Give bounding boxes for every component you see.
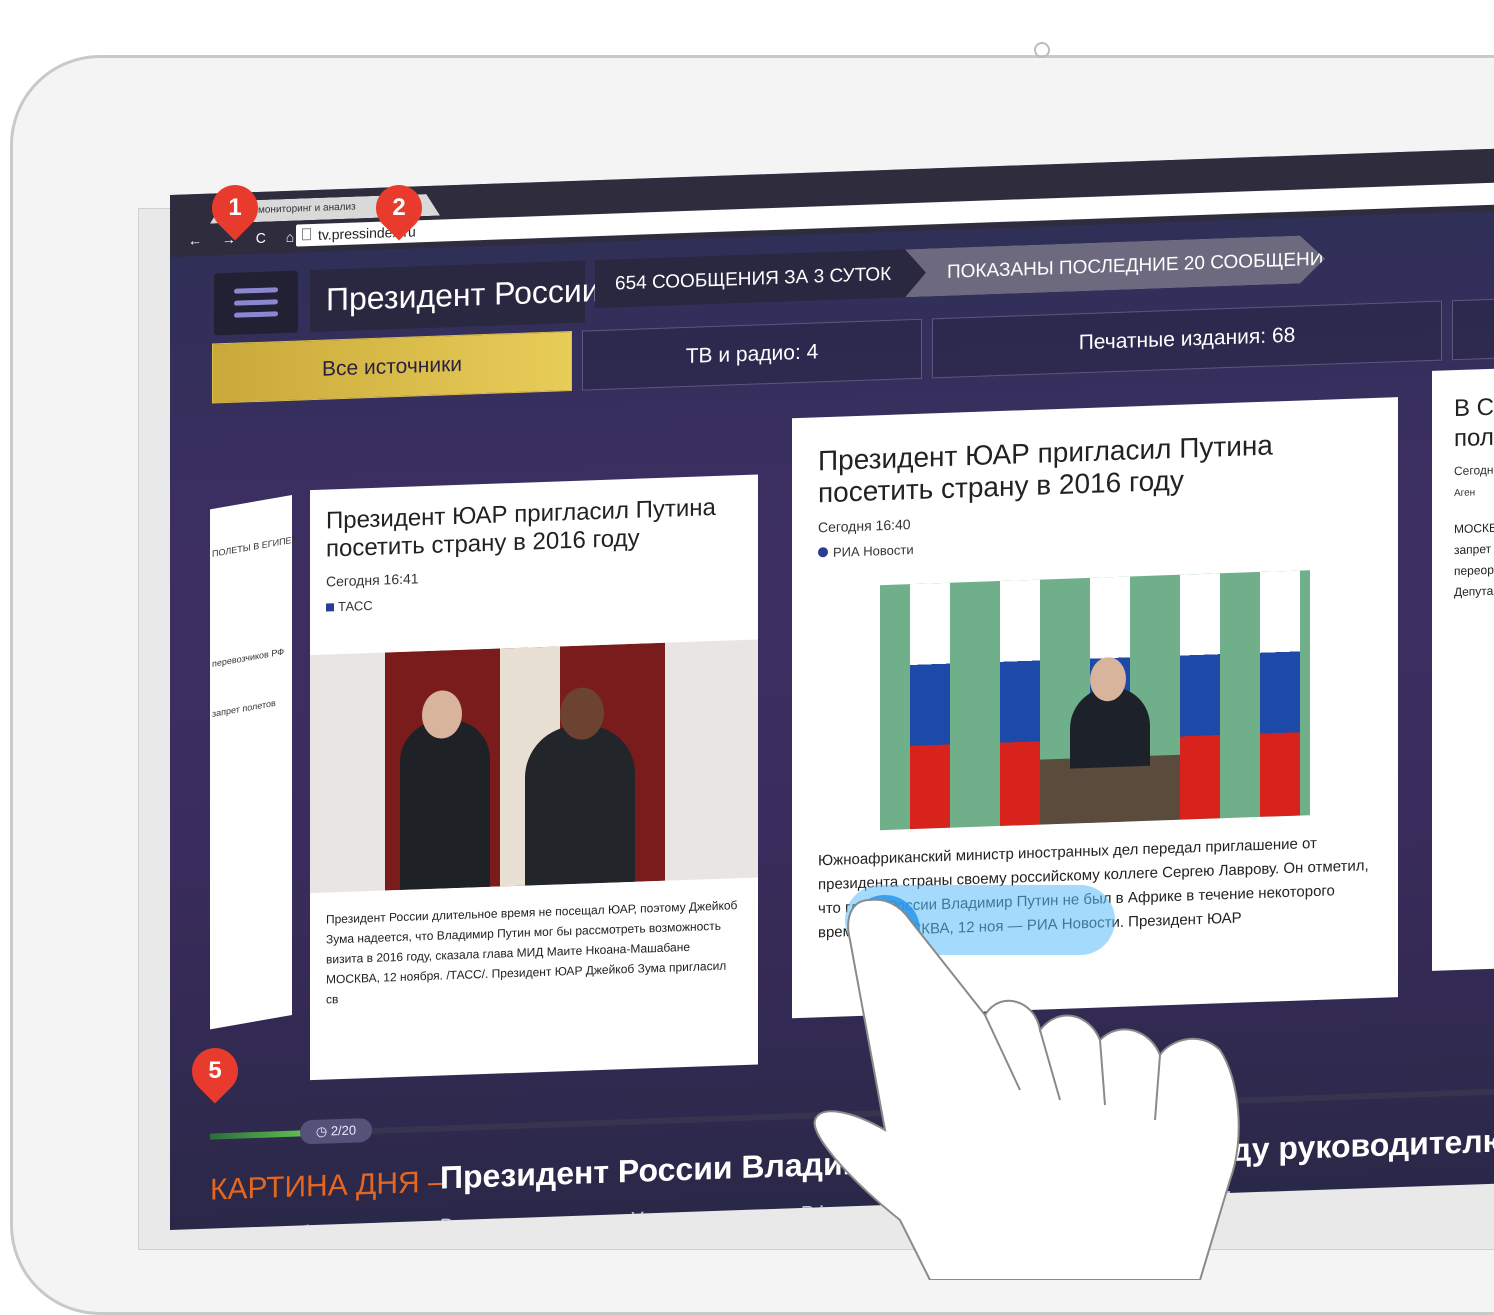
topic-title-text: Президент России xyxy=(326,272,600,319)
shown-badge-text: ПОКАЗАНЫ ПОСЛЕДНИЕ 20 СООБЩЕНИЙ xyxy=(947,248,1337,284)
tab-more[interactable] xyxy=(1452,297,1494,360)
topic-title[interactable]: Президент России xyxy=(310,261,585,333)
marker-number: 1 xyxy=(212,185,258,231)
hand-icon xyxy=(760,880,1260,1280)
hamburger-icon xyxy=(234,299,278,306)
url-bar[interactable]: tv.pressindex.ru xyxy=(296,183,1494,247)
pager-icon: ◷ xyxy=(316,1123,331,1139)
callout-marker-2: 2 xyxy=(366,175,431,240)
callout-marker-1: 1 xyxy=(202,175,267,240)
card-date: Сегодня 16:41 xyxy=(326,559,736,589)
message-count-text: 654 СООБЩЕНИЯ ЗА 3 СУТОК xyxy=(615,264,891,296)
pager-badge: ◷ 2/20 xyxy=(300,1118,372,1145)
card-title: Президент ЮАР пригласил Путина посетить … xyxy=(818,426,1378,510)
tass-icon xyxy=(326,603,334,611)
card-source-name: РИА Новости xyxy=(833,542,914,560)
menu-button[interactable] xyxy=(214,271,298,336)
day-picture-label: КАРТИНА ДНЯ – xyxy=(210,1165,445,1207)
tab-tv-radio[interactable]: ТВ и радио: 4 xyxy=(582,319,922,391)
card-source: Аген xyxy=(1454,485,1494,499)
card-source-name: ТАСС xyxy=(338,598,373,614)
hamburger-icon xyxy=(234,311,278,318)
news-card-right[interactable]: В Со поле Сегодн Аген МОСКВ запрет Федер… xyxy=(1432,367,1494,970)
card-body: Президент России длительное время не пос… xyxy=(326,895,741,1009)
card-photo xyxy=(310,639,758,893)
message-count: 654 СООБЩЕНИЯ ЗА 3 СУТОК xyxy=(595,249,925,309)
marker-number: 5 xyxy=(192,1048,238,1094)
hamburger-icon xyxy=(234,287,278,294)
tab-all-sources[interactable]: Все источники xyxy=(212,331,572,404)
page-icon xyxy=(302,228,311,240)
card-title: Президент ЮАР пригласил Путина посетить … xyxy=(326,493,736,563)
card-source: ТАСС xyxy=(326,585,736,614)
card-body: МОСКВ запрет Федер переор Депута xyxy=(1454,516,1494,603)
card-title: В Со поле xyxy=(1454,391,1494,454)
progress-fill xyxy=(210,1130,301,1139)
tablet-camera xyxy=(1034,42,1050,58)
news-card-left[interactable]: Президент ЮАР пригласил Путина посетить … xyxy=(310,474,758,1080)
tab-print[interactable]: Печатные издания: 68 xyxy=(932,301,1442,379)
browser-nav-icons[interactable]: ← → C ⌂ xyxy=(188,228,302,248)
card-far-left-text: запрет полетов xyxy=(212,698,276,719)
card-photo xyxy=(880,570,1310,830)
card-date: Сегодн xyxy=(1454,461,1494,478)
marker-number: 2 xyxy=(376,185,422,231)
pager-text: 2/20 xyxy=(331,1122,356,1138)
ria-icon xyxy=(818,547,828,557)
callout-marker-5: 5 xyxy=(182,1038,247,1103)
card-far-left[interactable]: ПОЛЕТЫ В ЕГИПЕТ перевозчиков РФ запрет п… xyxy=(210,495,292,1029)
shown-badge: ПОКАЗАНЫ ПОСЛЕДНИЕ 20 СООБЩЕНИЙ xyxy=(905,235,1325,298)
card-far-left-text: перевозчиков РФ xyxy=(212,646,284,669)
card-far-left-text: ПОЛЕТЫ В ЕГИПЕТ xyxy=(212,534,297,559)
